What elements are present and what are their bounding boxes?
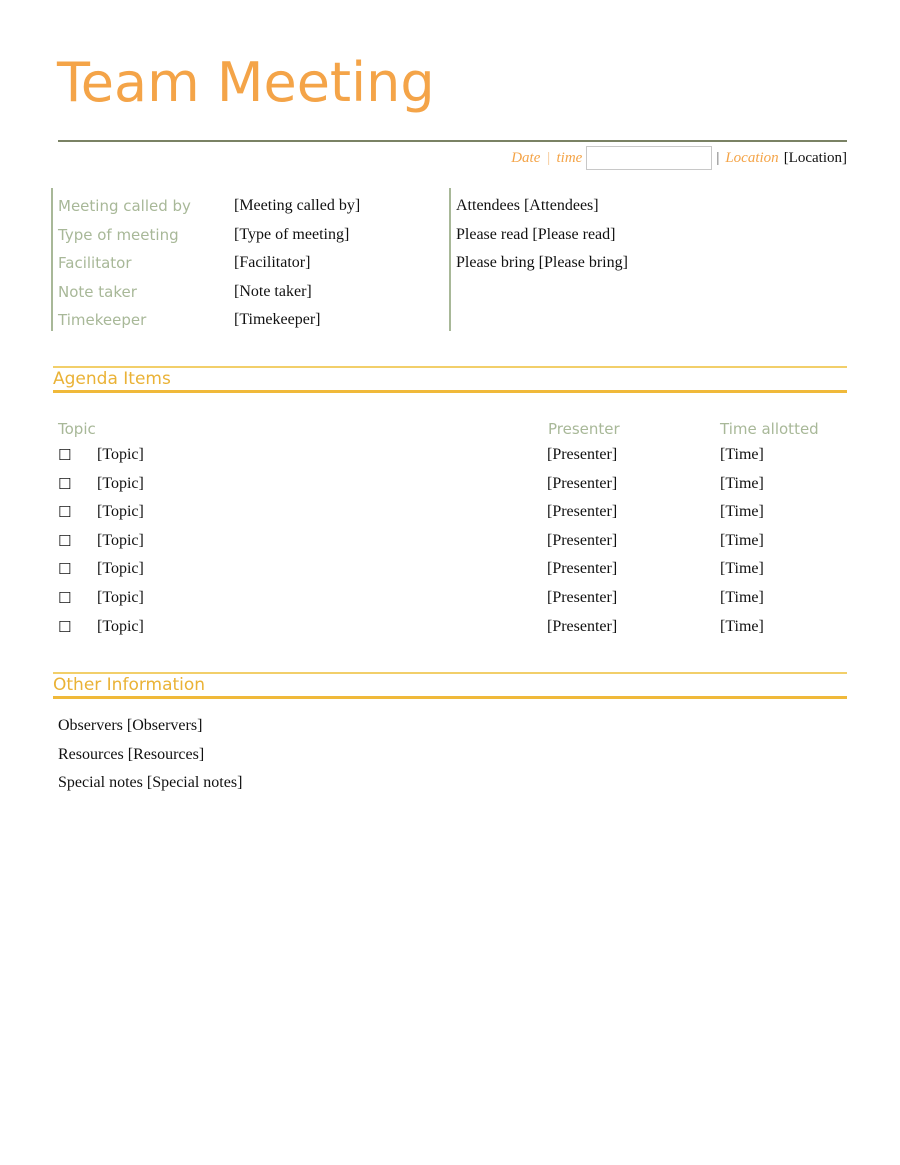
other-info-item[interactable]: Special notes [Special notes] [58,774,242,792]
detail-label: Type of meeting [58,225,179,244]
checkbox-icon[interactable]: ☐ [58,475,71,493]
detail-value[interactable]: [Timekeeper] [234,311,321,329]
date-time-input[interactable] [586,146,713,170]
location-separator: | [716,149,720,166]
agenda-bottom-rule [53,390,847,393]
topic-cell[interactable]: [Topic] [97,560,144,578]
topic-cell[interactable]: [Topic] [97,446,144,464]
detail-label: Facilitator [58,254,132,272]
checkbox-icon[interactable]: ☐ [58,532,71,550]
detail-value[interactable]: [Facilitator] [234,254,310,272]
topic-cell[interactable]: [Topic] [97,618,144,636]
other-top-rule [53,672,847,674]
agenda-row: ☐ [Topic] [Presenter] [Time] [0,560,900,584]
time-cell[interactable]: [Time] [720,532,764,550]
topic-cell[interactable]: [Topic] [97,503,144,521]
time-label: time [556,149,583,166]
date-time-separator: | [546,149,551,166]
other-heading: Other Information [53,675,206,695]
time-cell[interactable]: [Time] [720,589,764,607]
date-label: Date [511,149,541,166]
location-label: Location [725,149,779,166]
topic-cell[interactable]: [Topic] [97,532,144,550]
detail-right-item[interactable]: Please read [Please read] [456,226,615,244]
agenda-row: ☐ [Topic] [Presenter] [Time] [0,532,900,556]
other-info-item[interactable]: Observers [Observers] [58,717,202,735]
time-cell[interactable]: [Time] [720,446,764,464]
detail-right-item[interactable]: Attendees [Attendees] [456,197,599,215]
time-cell[interactable]: [Time] [720,475,764,493]
detail-label: Meeting called by [58,197,191,215]
detail-value[interactable]: [Note taker] [234,283,312,301]
other-bottom-rule [53,696,847,699]
checkbox-icon[interactable]: ☐ [58,446,71,464]
agenda-row: ☐ [Topic] [Presenter] [Time] [0,475,900,499]
agenda-top-rule [53,366,847,368]
column-header-topic: Topic [58,420,96,438]
title-divider [58,140,847,142]
column-header-time: Time allotted [720,420,819,438]
detail-value[interactable]: [Meeting called by] [234,197,360,215]
presenter-cell[interactable]: [Presenter] [547,618,617,636]
agenda-heading: Agenda Items [53,369,171,389]
agenda-row: ☐ [Topic] [Presenter] [Time] [0,618,900,642]
topic-cell[interactable]: [Topic] [97,475,144,493]
presenter-cell[interactable]: [Presenter] [547,446,617,464]
presenter-cell[interactable]: [Presenter] [547,589,617,607]
other-info-item[interactable]: Resources [Resources] [58,746,204,764]
detail-label: Note taker [58,282,137,301]
presenter-cell[interactable]: [Presenter] [547,503,617,521]
checkbox-icon[interactable]: ☐ [58,618,71,636]
details-left-border [51,188,53,331]
details-right-border [449,188,451,331]
time-cell[interactable]: [Time] [720,503,764,521]
agenda-row: ☐ [Topic] [Presenter] [Time] [0,503,900,527]
presenter-cell[interactable]: [Presenter] [547,475,617,493]
checkbox-icon[interactable]: ☐ [58,560,71,578]
column-header-presenter: Presenter [548,420,620,438]
detail-value[interactable]: [Type of meeting] [234,226,349,244]
page-title: Team Meeting [57,51,435,114]
time-cell[interactable]: [Time] [720,618,764,636]
location-value[interactable]: [Location] [784,150,847,167]
detail-right-item[interactable]: Please bring [Please bring] [456,254,628,272]
presenter-cell[interactable]: [Presenter] [547,532,617,550]
detail-label: Timekeeper [58,311,147,329]
checkbox-icon[interactable]: ☐ [58,503,71,521]
topic-cell[interactable]: [Topic] [97,589,144,607]
checkbox-icon[interactable]: ☐ [58,589,71,607]
date-location-bar: Date | time | Location [Location] [511,144,847,172]
agenda-row: ☐ [Topic] [Presenter] [Time] [0,446,900,470]
time-cell[interactable]: [Time] [720,560,764,578]
presenter-cell[interactable]: [Presenter] [547,560,617,578]
agenda-row: ☐ [Topic] [Presenter] [Time] [0,589,900,613]
